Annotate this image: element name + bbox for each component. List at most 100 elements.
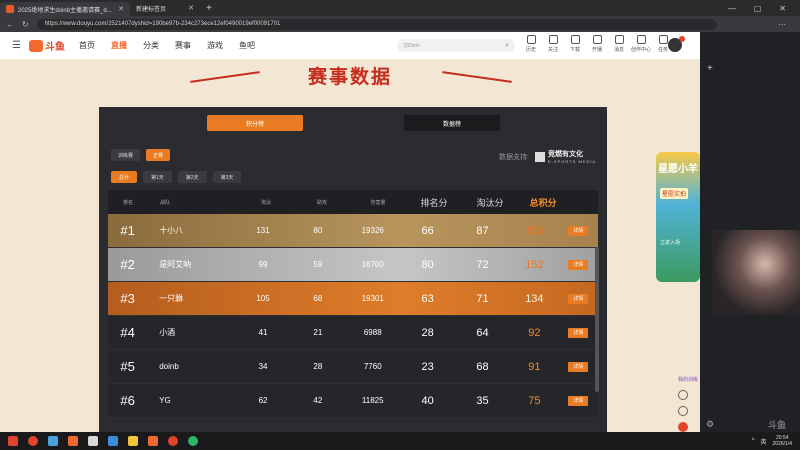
webcam-overlay: [712, 230, 800, 315]
damage-cell: 19326: [361, 226, 384, 235]
tab-scrim[interactable]: 训练赛: [111, 149, 141, 161]
detail-button[interactable]: 详情: [568, 327, 589, 338]
search-input[interactable]: 汉Dnon ⌕: [397, 39, 515, 52]
app-icon[interactable]: [108, 436, 118, 446]
nav-live[interactable]: 直播: [111, 40, 127, 51]
assists-cell: 21: [313, 328, 323, 337]
maximize-icon[interactable]: ▢: [754, 4, 762, 13]
menu-icon[interactable]: ⋯: [778, 20, 794, 29]
sponsor-logo-icon: [534, 151, 545, 162]
damage-cell: 16700: [361, 260, 384, 269]
go-live-button[interactable]: 开播: [589, 35, 605, 53]
ime-indicator[interactable]: 英: [761, 437, 767, 446]
close-tab-icon[interactable]: ✕: [188, 4, 194, 12]
kill-points-cell: 68: [476, 360, 489, 373]
damage-cell: 6988: [363, 328, 382, 337]
stage-tabs: 训练赛 正赛: [111, 149, 171, 161]
detail-button[interactable]: 详情: [568, 225, 589, 236]
close-tab-icon[interactable]: ✕: [118, 5, 124, 13]
detail-button[interactable]: 详情: [568, 395, 589, 406]
refresh-icon[interactable]: ↻: [22, 20, 29, 29]
tab-new[interactable]: 新建标签页 ✕: [130, 1, 200, 15]
nav-category[interactable]: 分类: [143, 40, 159, 51]
kills-cell: 99: [258, 260, 268, 269]
new-tab-icon[interactable]: +: [200, 3, 218, 14]
creator-icon: [636, 35, 646, 44]
history-button[interactable]: 历史: [523, 35, 539, 53]
app-icon[interactable]: [128, 436, 138, 446]
clock[interactable]: 20:54 2026/1/4: [773, 435, 792, 447]
rank-cell: #5: [120, 359, 135, 374]
total-points-cell: 153: [525, 224, 544, 237]
table-scrollbar[interactable]: [595, 247, 599, 392]
total-points-cell: 75: [528, 394, 541, 407]
app-side-icon[interactable]: [678, 422, 688, 432]
page-title: 赛事数据: [307, 67, 392, 88]
tab-day-1[interactable]: 第1天: [143, 171, 172, 183]
tab-stats[interactable]: 数据榜: [404, 115, 500, 131]
side-tag[interactable]: 我的训练: [678, 376, 698, 383]
detail-button[interactable]: 详情: [568, 293, 589, 304]
damage-cell: 19301: [361, 294, 384, 303]
download-button[interactable]: 下载: [567, 35, 583, 53]
browser-tab-bar: 2025绝地求生doinb主播邀请赛_d... ✕ 新建标签页 ✕ + — ▢ …: [0, 0, 800, 16]
header-icons: 历史 关注 下载 开播 消息 创作中心 任务: [523, 35, 671, 53]
address-bar: ← ↻ https://www.douyu.com/2521407dyshid=…: [0, 16, 800, 32]
table-header: 排名 战队 淘汰 助攻 伤害量 排名分 淘汰分 总积分: [108, 190, 598, 214]
app-icon[interactable]: [68, 436, 78, 446]
refresh-side-icon[interactable]: [678, 390, 688, 400]
add-panel-icon[interactable]: +: [707, 63, 713, 74]
col-damage: 伤害量: [370, 199, 386, 206]
tab-main-event[interactable]: 正赛: [146, 149, 171, 161]
damage-cell: 11825: [361, 396, 384, 405]
place-points-cell: 23: [421, 360, 434, 373]
app-icon[interactable]: [148, 436, 158, 446]
detail-button[interactable]: 详情: [568, 259, 589, 270]
minimize-icon[interactable]: —: [728, 4, 736, 13]
camera-icon: [592, 35, 602, 44]
nav-games[interactable]: 游戏: [207, 40, 223, 51]
app-icon[interactable]: [168, 436, 178, 446]
promo-title: 星愿小羊: [658, 164, 698, 175]
table-row: #2 是阿艾呐 99 59 16700 80 72 152 详情: [108, 248, 598, 282]
url-field[interactable]: https://www.douyu.com/2521407dyshid=190b…: [36, 18, 717, 30]
kills-cell: 131: [256, 226, 270, 235]
sponsor-label: 数据支持:: [499, 153, 529, 161]
detail-button[interactable]: 详情: [568, 361, 589, 372]
tab-day-3[interactable]: 第3天: [212, 171, 242, 183]
back-icon[interactable]: ←: [6, 20, 14, 29]
creator-center-button[interactable]: 创作中心: [631, 35, 651, 53]
tab-standings[interactable]: 积分榜: [207, 115, 303, 131]
detail-cell: 详情: [559, 293, 598, 304]
tab-active[interactable]: 2025绝地求生doinb主播邀请赛_d... ✕: [0, 2, 130, 16]
nav-home[interactable]: 首页: [79, 40, 95, 51]
col-assists: 助攻: [316, 199, 327, 206]
app-icon[interactable]: [88, 436, 98, 446]
hamburger-menu-icon[interactable]: ☰: [12, 40, 21, 51]
kills-cell: 62: [258, 396, 268, 405]
system-tray: ^ 英 20:54 2026/1/4: [752, 435, 792, 447]
tray-chevron-icon[interactable]: ^: [752, 438, 755, 444]
nav-events[interactable]: 赛事: [175, 40, 191, 51]
app-icon[interactable]: [48, 436, 58, 446]
follow-button[interactable]: 关注: [545, 35, 561, 53]
promo-banner[interactable]: 星愿小羊 星愿实拍 立返入场: [656, 152, 700, 282]
close-window-icon[interactable]: ✕: [779, 4, 786, 13]
avatar[interactable]: [668, 36, 685, 52]
target-side-icon[interactable]: [678, 406, 688, 416]
team-cell: doinb: [159, 362, 179, 371]
messages-button[interactable]: 消息: [611, 35, 627, 53]
kill-points-cell: 35: [476, 394, 489, 407]
team-cell: 小酒: [159, 328, 176, 337]
nav-fishbar[interactable]: 鱼吧: [239, 40, 255, 51]
search-icon[interactable]: ⌕: [505, 42, 509, 50]
total-points-cell: 134: [525, 292, 544, 305]
browser-icon[interactable]: [188, 436, 198, 446]
tab-total[interactable]: 总计: [111, 171, 138, 183]
site-logo[interactable]: 斗鱼: [28, 38, 65, 53]
start-icon[interactable]: [8, 436, 18, 446]
settings-icon[interactable]: ⚙: [706, 419, 714, 430]
tab-day-2[interactable]: 第2天: [177, 171, 207, 183]
table-row: #4 小酒 41 21 6988 28 64 92 详情: [108, 316, 598, 350]
app-icon[interactable]: [28, 436, 38, 446]
